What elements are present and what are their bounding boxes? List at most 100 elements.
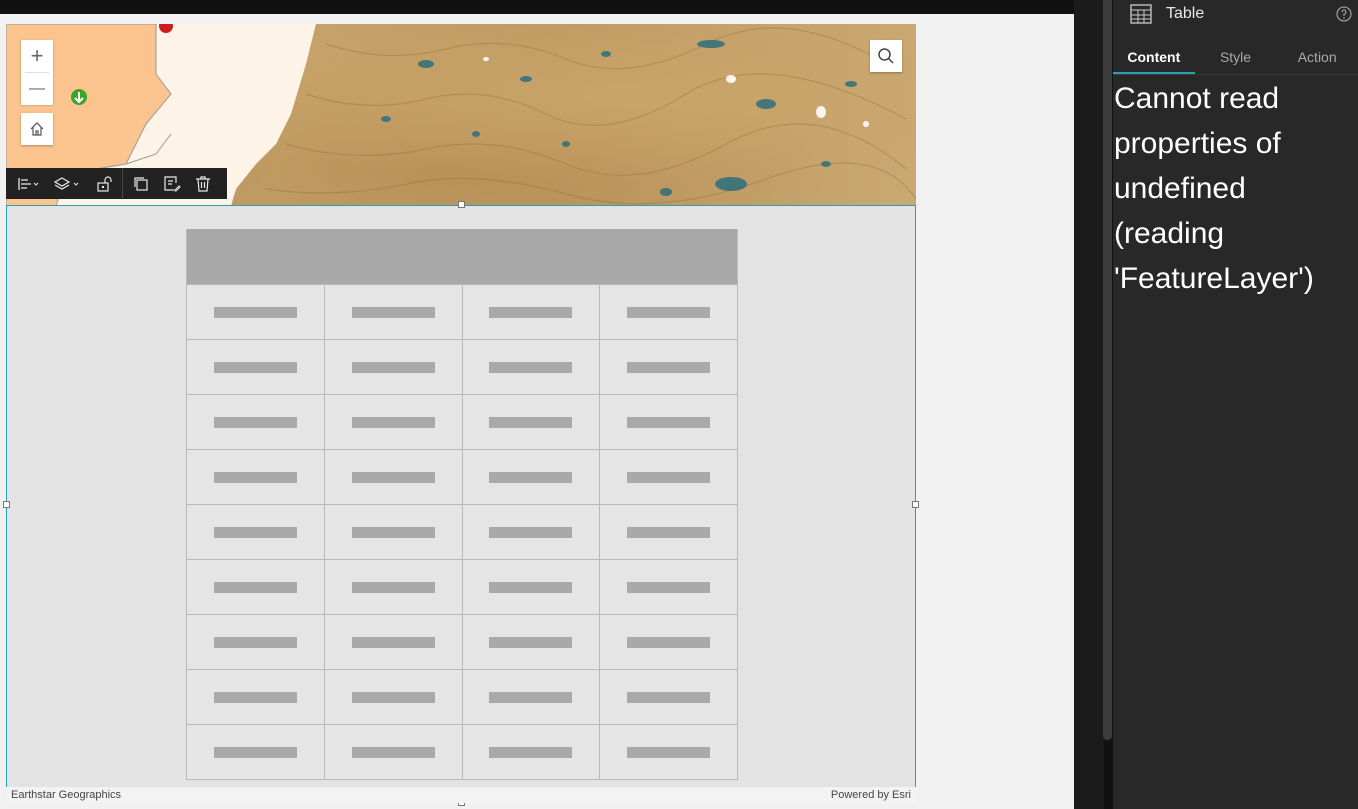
table-cell: [187, 395, 324, 449]
error-message: Cannot read properties of undefined (rea…: [1114, 82, 1314, 295]
cell-placeholder-bar: [627, 526, 711, 538]
cell-placeholder-bar: [351, 526, 435, 538]
table-header-placeholder: [187, 229, 737, 284]
canvas-scrollbar[interactable]: [1103, 0, 1112, 740]
cell-placeholder-bar: [213, 746, 297, 758]
zoom-control: + —: [21, 40, 53, 105]
cell-placeholder-bar: [213, 416, 297, 428]
table-cell: [599, 450, 737, 504]
table-row: [187, 394, 737, 449]
panel-header: Table: [1113, 0, 1358, 30]
cell-placeholder-bar: [489, 636, 573, 648]
zoom-in-icon: +: [30, 43, 44, 68]
cell-placeholder-bar: [489, 526, 573, 538]
cell-placeholder-bar: [213, 361, 297, 373]
table-cell: [461, 395, 600, 449]
duplicate-icon: [134, 176, 148, 191]
home-icon: [30, 122, 44, 136]
toolbar-separator: [122, 168, 123, 199]
table-cell: [599, 560, 737, 614]
duplicate-button[interactable]: [129, 168, 153, 199]
cell-placeholder-bar: [351, 691, 435, 703]
cell-placeholder-bar: [351, 471, 435, 483]
table-placeholder: [186, 229, 738, 780]
cell-placeholder-bar: [489, 416, 573, 428]
cell-placeholder-bar: [213, 526, 297, 538]
table-cell: [323, 450, 462, 504]
table-cell: [323, 560, 462, 614]
table-cell: [323, 285, 462, 339]
table-cell: [187, 560, 324, 614]
cell-placeholder-bar: [213, 581, 297, 593]
cell-placeholder-bar: [627, 361, 711, 373]
cell-placeholder-bar: [489, 581, 573, 593]
tab-style[interactable]: Style: [1195, 42, 1277, 74]
attribution-source: Earthstar Geographics: [11, 789, 122, 801]
resize-handle-top[interactable]: [458, 201, 465, 208]
zoom-in-button[interactable]: +: [21, 40, 53, 72]
table-cell: [323, 615, 462, 669]
table-row: [187, 669, 737, 724]
panel-gutter: [1074, 0, 1104, 809]
widget-toolbar: [6, 168, 227, 199]
cell-placeholder-bar: [351, 636, 435, 648]
tab-content[interactable]: Content: [1113, 42, 1195, 74]
cell-placeholder-bar: [213, 471, 297, 483]
table-cell: [187, 285, 324, 339]
table-row: [187, 504, 737, 559]
settings-panel: Table Content Style Action Cannot read p…: [1113, 0, 1358, 809]
align-button[interactable]: [14, 168, 44, 199]
table-cell: [461, 285, 600, 339]
cell-placeholder-bar: [489, 471, 573, 483]
cell-placeholder-bar: [627, 416, 711, 428]
cell-placeholder-bar: [627, 581, 711, 593]
panel-tabs: Content Style Action: [1113, 42, 1358, 75]
table-cell: [599, 670, 737, 724]
table-cell: [323, 395, 462, 449]
table-cell: [187, 505, 324, 559]
cell-placeholder-bar: [627, 636, 711, 648]
edit-button[interactable]: [159, 168, 185, 199]
cell-placeholder-bar: [213, 306, 297, 318]
table-cell: [323, 505, 462, 559]
lock-button[interactable]: [92, 168, 116, 199]
cell-placeholder-bar: [489, 691, 573, 703]
table-row: [187, 614, 737, 669]
home-button[interactable]: [21, 113, 53, 145]
map-attribution: Earthstar Geographics Powered by Esri: [6, 787, 916, 803]
unlock-icon: [97, 175, 112, 192]
table-cell: [187, 450, 324, 504]
cell-placeholder-bar: [627, 306, 711, 318]
table-row: [187, 724, 737, 779]
delete-button[interactable]: [191, 168, 215, 199]
table-row: [187, 284, 737, 339]
layer-order-button[interactable]: [50, 168, 86, 199]
table-widget[interactable]: [6, 205, 916, 802]
tab-action[interactable]: Action: [1276, 42, 1358, 74]
table-cell: [599, 395, 737, 449]
table-cell: [461, 670, 600, 724]
help-icon[interactable]: [1336, 6, 1352, 22]
powered-by-esri[interactable]: Powered by Esri: [831, 789, 911, 801]
table-cell: [323, 725, 462, 779]
table-cell: [323, 340, 462, 394]
cell-placeholder-bar: [627, 471, 711, 483]
table-cell: [187, 670, 324, 724]
search-button[interactable]: [870, 40, 902, 72]
cell-placeholder-bar: [213, 691, 297, 703]
cell-placeholder-bar: [489, 306, 573, 318]
edit-icon: [164, 175, 181, 192]
cell-placeholder-bar: [351, 361, 435, 373]
resize-handle-right[interactable]: [912, 501, 919, 508]
table-cell: [599, 340, 737, 394]
cell-placeholder-bar: [627, 691, 711, 703]
table-cell: [461, 725, 600, 779]
resize-handle-left[interactable]: [3, 501, 10, 508]
table-cell: [187, 725, 324, 779]
table-cell: [323, 670, 462, 724]
align-icon: [18, 177, 39, 190]
table-cell: [461, 615, 600, 669]
layers-icon: [54, 176, 79, 190]
zoom-out-button[interactable]: —: [21, 73, 53, 105]
table-icon: [1130, 4, 1152, 24]
